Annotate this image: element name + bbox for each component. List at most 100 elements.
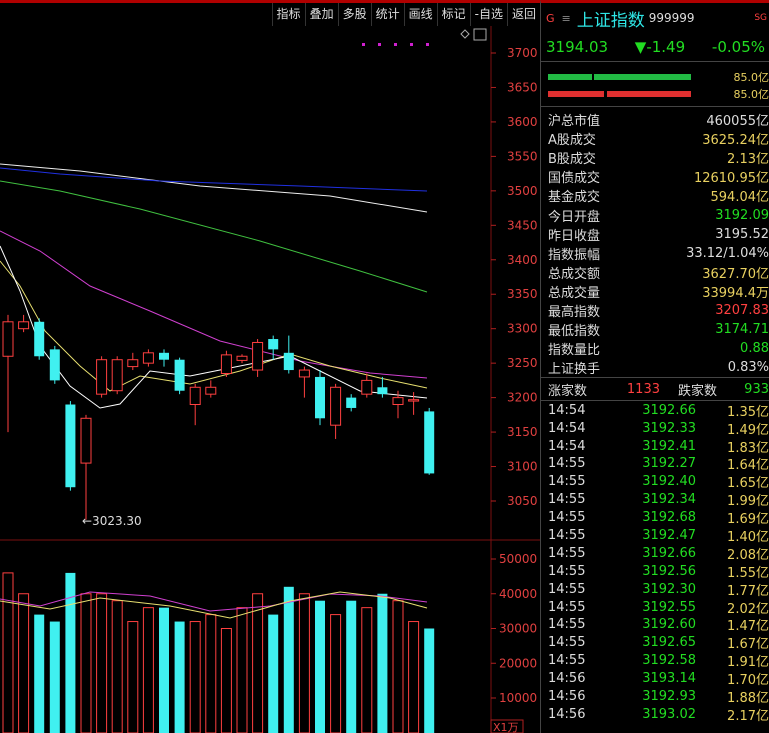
stat-row: 基金成交 594.04亿 xyxy=(541,186,769,205)
volume-bar xyxy=(189,621,201,733)
stat-label: A股成交 xyxy=(548,133,596,149)
candle-body xyxy=(111,359,123,392)
candle-body xyxy=(252,341,264,371)
price-tick-label: 3250 xyxy=(507,356,538,370)
tick-time: 14:55 xyxy=(548,456,586,472)
price-tick-label: 3600 xyxy=(507,115,538,129)
toolbar-button-4[interactable]: 画线 xyxy=(403,3,437,26)
tick-list[interactable]: 14:54 3192.66 1.35亿 14:54 3192.33 1.49亿 14:54 3… xyxy=(541,401,769,724)
tick-amount: 1.55亿 xyxy=(727,565,769,581)
tick-amount: 1.69亿 xyxy=(727,512,769,528)
stat-label: 基金成交 xyxy=(548,190,601,206)
tick-price: 3192.40 xyxy=(642,474,696,490)
toolbar-button-3[interactable]: 统计 xyxy=(370,3,404,26)
stat-value: 3625.24亿 xyxy=(702,133,769,149)
sg-badge: SG xyxy=(754,13,767,23)
tick-row: 14:55 3192.30 1.77亿 xyxy=(541,580,769,599)
tick-row: 14:56 3192.93 1.88亿 xyxy=(541,688,769,706)
price-tick-label: 3400 xyxy=(507,253,538,267)
tick-price: 3192.34 xyxy=(642,492,696,508)
tick-time: 14:55 xyxy=(548,635,586,651)
stat-row: 昨日收盘 3195.52 xyxy=(541,225,769,244)
toolbar-button-2[interactable]: 多股 xyxy=(337,3,371,26)
candle-body xyxy=(2,321,14,357)
volume-bar xyxy=(159,607,169,733)
candle-body xyxy=(174,359,185,391)
volume-tick-label: 40000 xyxy=(499,587,537,601)
updown-row: 涨家数 1133 跌家数 933 xyxy=(541,378,769,400)
toolbar-button-5[interactable]: 标记 xyxy=(436,3,470,26)
stat-row: 最高指数 3207.83 xyxy=(541,301,769,320)
volume-tick-label: 30000 xyxy=(499,622,537,636)
tick-amount: 1.70亿 xyxy=(727,673,769,689)
volume-bar xyxy=(377,593,388,733)
tick-amount: 1.49亿 xyxy=(727,422,769,438)
stat-label: 指数量比 xyxy=(548,343,601,359)
toolbar-button-0[interactable]: 指标 xyxy=(271,3,305,26)
stat-label: 最高指数 xyxy=(548,304,601,320)
stat-row: 最低指数 3174.71 xyxy=(541,320,769,339)
tick-price: 3192.66 xyxy=(642,545,696,561)
tick-price: 3192.55 xyxy=(642,599,696,615)
tick-time: 14:55 xyxy=(548,474,586,490)
tick-amount: 1.64亿 xyxy=(727,458,769,474)
stat-value: 2.13亿 xyxy=(727,152,769,168)
volume-bar xyxy=(111,600,123,733)
tick-price: 3192.56 xyxy=(642,563,696,579)
stat-row: 今日开盘 3192.09 xyxy=(541,205,769,225)
tick-price: 3192.47 xyxy=(642,527,696,543)
stats-table: 沪总市值 460055亿 A股成交 3625.24亿 B股成交 2.13亿 国债成交 1261… xyxy=(541,107,769,377)
stat-row: 指数振幅 33.12/1.04% xyxy=(541,244,769,263)
tick-price: 3192.65 xyxy=(642,635,696,651)
tick-amount: 1.67亿 xyxy=(727,637,769,653)
volume-bar xyxy=(236,607,248,733)
stat-row: 沪总市值 460055亿 xyxy=(541,110,769,129)
stat-value: 594.04亿 xyxy=(710,190,769,206)
volume-bar xyxy=(392,600,404,733)
kline-chart[interactable]: 3700 3650 3600 3550 3500 3450 3400 3350 3300 3250… xyxy=(0,26,540,733)
menu-icon[interactable]: ≡ xyxy=(562,12,571,25)
toolbar-button-7[interactable]: 返回 xyxy=(506,3,540,26)
volume-bar xyxy=(315,600,325,733)
tick-time: 14:56 xyxy=(548,689,586,704)
tick-time: 14:55 xyxy=(548,510,586,526)
candle-body xyxy=(377,387,388,395)
tick-row: 14:55 3192.60 1.47亿 xyxy=(541,616,769,634)
stat-label: 国债成交 xyxy=(548,171,601,187)
tick-amount: 1.99亿 xyxy=(727,494,769,510)
tick-amount: 1.77亿 xyxy=(727,583,769,599)
stat-value: 33.12/1.04% xyxy=(686,245,769,261)
tick-amount: 1.40亿 xyxy=(727,530,769,545)
volume-bar xyxy=(346,600,357,733)
candle-body xyxy=(205,386,217,395)
tick-time: 14:55 xyxy=(548,581,586,597)
tick-row: 14:55 3192.65 1.67亿 xyxy=(541,634,769,652)
candle-body xyxy=(268,339,279,350)
volume-bar xyxy=(298,593,310,733)
volume-bar xyxy=(330,614,342,733)
volume-tick-label: 20000 xyxy=(499,656,537,670)
price-tick-label: 3200 xyxy=(507,391,538,405)
candle-body xyxy=(315,376,325,419)
stat-row: 总成交量 33994.4万 xyxy=(541,282,769,301)
tick-price: 3192.66 xyxy=(642,402,696,418)
toolbar-button-1[interactable]: 叠加 xyxy=(304,3,338,26)
toolbar-button-6[interactable]: -自选 xyxy=(469,3,507,26)
tick-time: 14:55 xyxy=(548,527,586,543)
tick-time: 14:55 xyxy=(548,653,586,669)
tick-time: 14:55 xyxy=(548,563,586,579)
tick-amount: 1.65亿 xyxy=(727,476,769,492)
tick-amount: 1.83亿 xyxy=(727,440,769,456)
tick-row: 14:55 3192.56 1.55亿 xyxy=(541,562,769,581)
price-tick-label: 3150 xyxy=(507,425,538,439)
tick-row: 14:56 3193.02 2.17亿 xyxy=(541,705,769,724)
up-count-label: 涨家数 xyxy=(548,383,588,399)
stat-label: 总成交量 xyxy=(548,285,601,301)
stat-label: 指数振幅 xyxy=(548,247,601,263)
marker-dot xyxy=(378,43,381,46)
price-tick-label: 3500 xyxy=(507,184,538,198)
volume-bar xyxy=(205,614,217,733)
volume-bar xyxy=(127,621,139,733)
candle-body xyxy=(34,321,45,357)
stat-label: 今日开盘 xyxy=(548,209,601,225)
